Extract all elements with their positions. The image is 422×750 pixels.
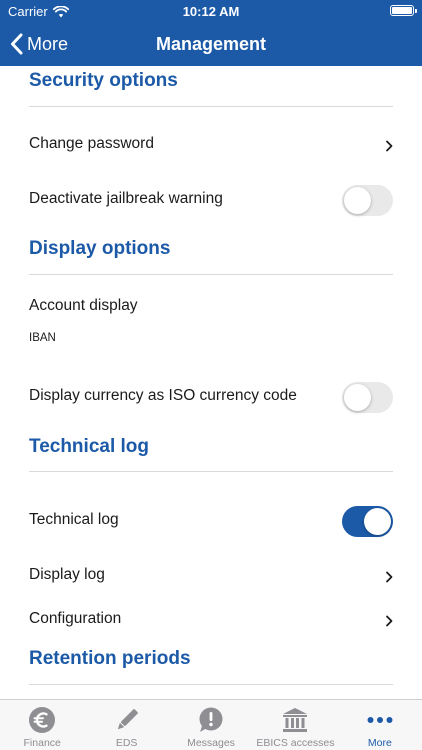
pencil-icon [117,709,138,730]
display-log-item[interactable]: Display log [29,566,105,584]
tab-label: Finance [23,737,61,749]
jailbreak-warning-label: Deactivate jailbreak warning [29,190,223,207]
tab-messages[interactable]: Messages [169,700,253,750]
tab-label: Messages [187,737,235,749]
section-title-technical-log: Technical log [29,436,150,457]
tab-bar: Finance EDS Messages EBICS accesses More [0,699,422,750]
iso-currency-toggle[interactable] [342,382,393,413]
section-title-display: Display options [29,238,171,259]
tab-ebics-accesses[interactable]: EBICS accesses [253,700,337,750]
settings-list[interactable]: Security options Change password Deactiv… [0,66,422,699]
tab-label: EDS [115,737,138,749]
account-display-value[interactable]: IBAN [29,332,56,344]
bank-icon [283,708,308,732]
tab-more[interactable]: More [338,700,422,750]
chevron-right-icon[interactable] [384,615,394,627]
status-bar: Carrier 10:12 AM [0,0,422,22]
divider [29,471,393,472]
tab-eds[interactable]: EDS [84,700,168,750]
jailbreak-warning-toggle[interactable] [342,185,393,216]
tab-label: More [367,737,392,749]
divider [29,106,393,107]
tab-finance[interactable]: Finance [0,700,84,750]
configuration-item[interactable]: Configuration [29,610,121,628]
account-display-label[interactable]: Account display [29,297,138,315]
tab-label: EBICS accesses [256,737,335,749]
divider [29,274,393,275]
battery-icon [390,5,417,16]
section-title-security: Security options [29,70,178,91]
iso-currency-label: Display currency as ISO currency code [29,387,297,404]
page-title: Management [155,34,267,54]
exclamation-bubble-icon [199,707,223,732]
technical-log-toggle[interactable] [342,506,393,537]
navigation-bar: More Management [0,22,422,66]
section-title-retention: Retention periods [29,648,191,669]
chevron-right-icon[interactable] [384,571,394,583]
euro-icon [29,707,56,733]
more-dots-icon [367,717,393,723]
status-time: 10:12 AM [182,4,240,19]
divider [29,684,393,685]
chevron-right-icon[interactable] [384,140,394,152]
change-password-item[interactable]: Change password [29,135,154,153]
technical-log-label: Technical log [29,511,119,528]
